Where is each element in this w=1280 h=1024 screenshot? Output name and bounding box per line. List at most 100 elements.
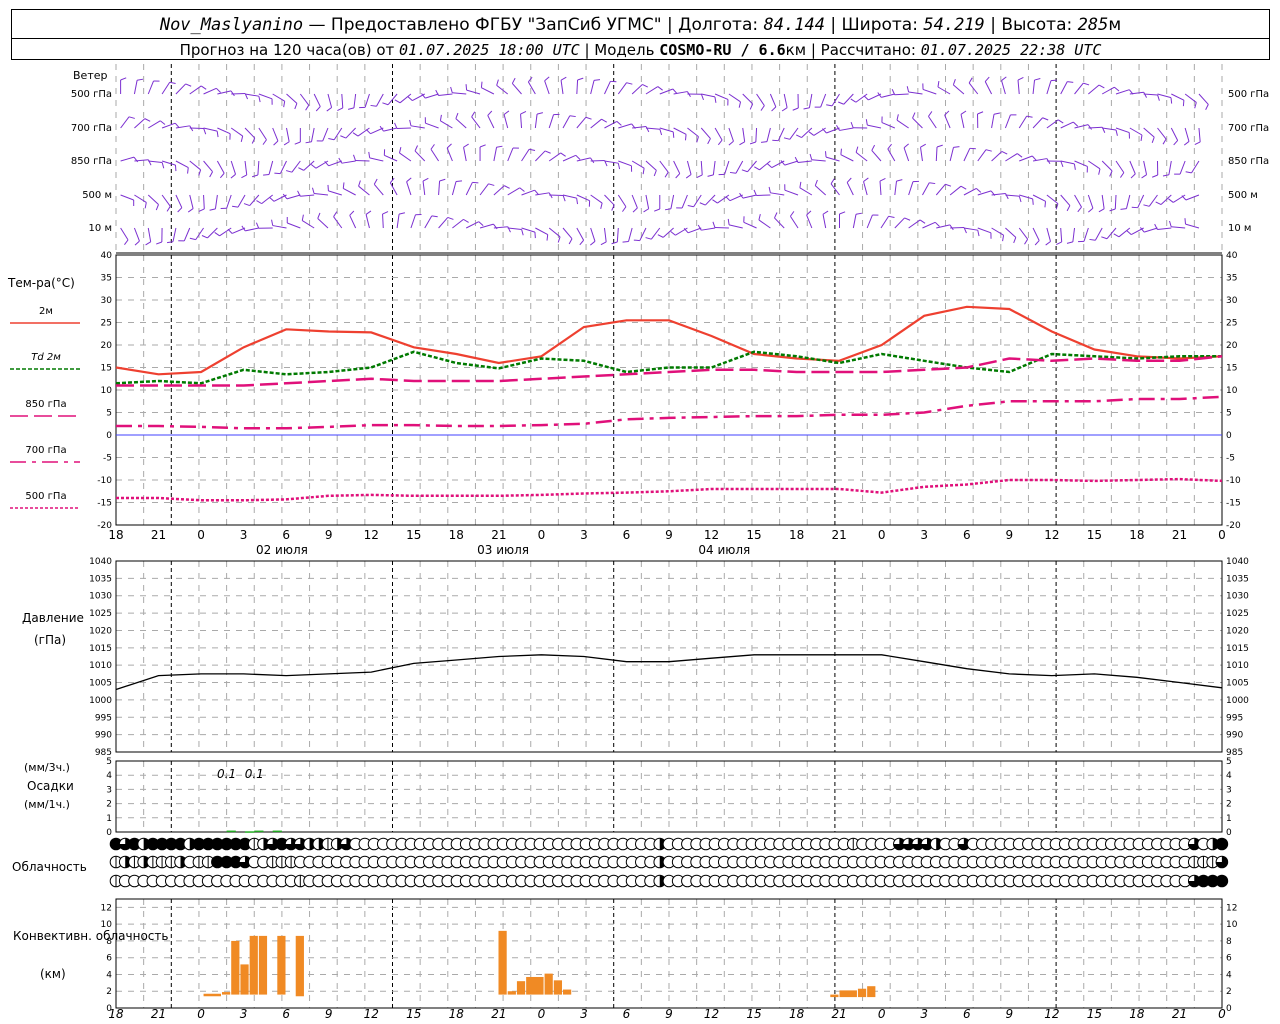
wind-barb-flag — [527, 76, 533, 83]
wind-barb — [728, 127, 734, 142]
wind-barb-flag — [685, 174, 692, 179]
wind-barb — [908, 181, 914, 196]
wind-barb — [831, 93, 840, 107]
precip-tick-left: 0 — [106, 828, 112, 838]
time-tick-label: 21 — [491, 528, 506, 542]
wind-barb — [291, 160, 301, 173]
wind-barb-flag — [616, 121, 622, 126]
wind-barb-flag — [368, 151, 371, 158]
time-axis-top: 18 21 0 3 6 9 12 15 18 21 0 3 6 9 12 15 18 21 0 3 6 9 12 15 18 21… — [108, 528, 1225, 557]
temperature-legend-label: 700 гПа — [25, 445, 66, 456]
pressure-tick-left: 1020 — [89, 626, 112, 636]
wind-barb-flag — [370, 104, 377, 107]
wind-barb — [628, 227, 633, 242]
wind-barb — [507, 187, 520, 196]
wind-barb-flag — [1034, 78, 1041, 81]
wind-barb-flag — [585, 116, 592, 120]
wind-barb-flag — [262, 139, 267, 145]
wind-barb-flag — [520, 111, 527, 115]
time-tick-label-bottom: 0 — [878, 1007, 886, 1021]
convective-tick-right: 8 — [1226, 937, 1232, 947]
precip-tick-left: 3 — [106, 785, 112, 795]
wind-barb-flag — [920, 143, 926, 148]
wind-barb-flag — [496, 79, 499, 86]
wind-barb-flag — [863, 177, 869, 182]
wind-barb-flag — [771, 106, 777, 112]
wind-barb — [315, 160, 329, 169]
wind-barb — [728, 93, 741, 103]
wind-barb-flag — [394, 99, 401, 104]
wind-barb — [1143, 127, 1155, 138]
wind-barb-flag — [960, 110, 967, 115]
wind-barb-flag — [1073, 163, 1076, 170]
wind-barb-flag — [1066, 205, 1071, 212]
wind-barb — [963, 148, 971, 162]
temperature-axis-label: Тем-ра(°C) — [7, 276, 75, 290]
time-tick-label-bottom: 18 — [789, 1007, 805, 1021]
wind-barb — [503, 114, 509, 129]
wind-barb — [687, 227, 702, 234]
temperature-tick-right: -20 — [1226, 521, 1241, 531]
wind-barb-flag — [653, 170, 657, 177]
time-tick-label: 18 — [449, 528, 464, 542]
wind-barb — [257, 160, 260, 176]
wind-barb-flag — [826, 104, 833, 107]
precip-tick-right: 0 — [1226, 828, 1232, 838]
wind-barb-flag — [714, 96, 717, 103]
wind-barb-flag — [1042, 117, 1049, 121]
wind-barb — [576, 227, 585, 241]
date-label: 02 июля — [256, 543, 308, 557]
wind-barb-flag — [560, 152, 566, 157]
wind-barb — [1184, 93, 1197, 103]
pressure-tick-left: 1005 — [89, 679, 112, 689]
wind-barb-flag — [463, 218, 469, 223]
wind-barb — [161, 160, 176, 166]
wind-barb-flag — [1002, 235, 1005, 242]
wind-barb — [846, 182, 854, 196]
wind-barb-flag — [479, 144, 486, 148]
wind-barb — [496, 84, 509, 95]
wind-barb-flag — [560, 76, 567, 81]
wind-barb-flag — [311, 187, 315, 194]
wind-barb — [487, 115, 495, 129]
wind-barb — [244, 93, 259, 97]
wind-barb — [908, 91, 923, 95]
wind-barb-flag — [285, 170, 293, 173]
wind-barb-flag — [993, 112, 1000, 115]
wind-barb — [742, 93, 753, 105]
wind-barb — [604, 194, 615, 206]
wind-barb — [466, 89, 481, 95]
wind-barb — [1094, 227, 1103, 241]
wind-barbs — [115, 64, 1223, 254]
wind-barb — [133, 80, 138, 95]
wind-barb-flag — [431, 215, 438, 218]
wind-barb — [237, 194, 246, 208]
wind-barb-flag — [670, 231, 676, 236]
convective-tick-left: 4 — [106, 970, 112, 980]
wind-barb — [880, 215, 890, 229]
wind-barb-flag — [382, 102, 389, 106]
wind-barb-flag — [642, 168, 645, 175]
meteogram: Ветер 500 гПа 500 гПа 700 гПа 700 гПа 850 гП… — [7, 64, 1269, 1021]
wind-barb — [673, 160, 681, 174]
wind-barb-flag — [252, 174, 259, 178]
wind-barb — [714, 127, 723, 141]
time-tick-label: 21 — [151, 528, 166, 542]
pressure-tick-right: 1040 — [1226, 557, 1249, 567]
wind-barb — [195, 227, 204, 240]
pressure-tick-left: 990 — [95, 731, 112, 741]
pressure-tick-left: 1000 — [89, 696, 112, 706]
wind-barb-flag — [684, 134, 687, 141]
convective-bar — [563, 989, 572, 995]
wind-barb — [774, 217, 785, 229]
wind-barb-flag — [256, 200, 262, 205]
wind-barb-flag — [487, 110, 493, 116]
wind-barb — [161, 81, 171, 95]
wind-barb-flag — [654, 208, 660, 212]
wind-barb — [1001, 80, 1006, 95]
wind-barb — [493, 185, 505, 196]
wind-barb-flag — [1151, 174, 1158, 178]
wind-barb — [825, 156, 840, 162]
wind-barb — [189, 85, 202, 95]
wind-barb-flag — [1130, 173, 1136, 179]
